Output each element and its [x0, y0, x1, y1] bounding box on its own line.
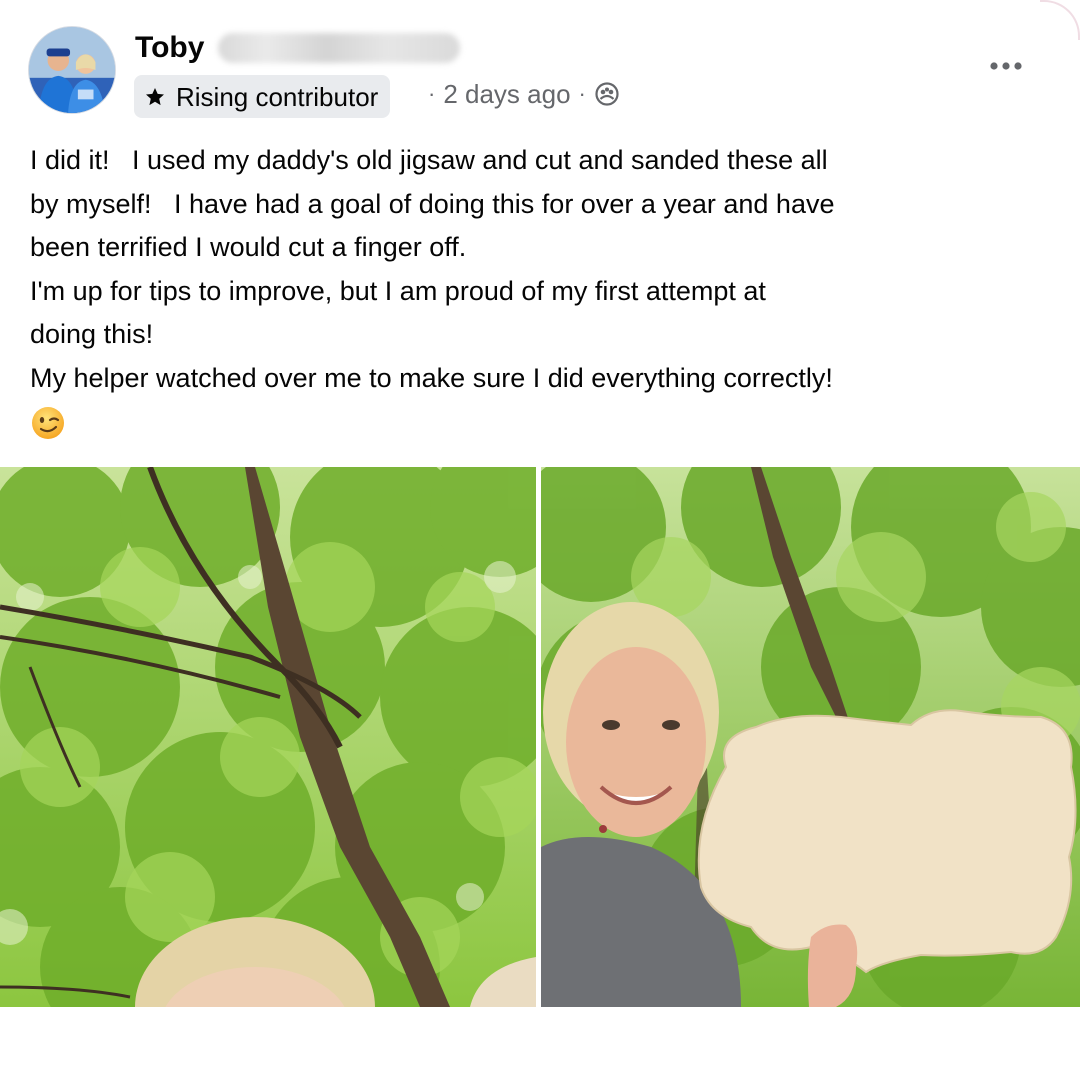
badge-label: Rising contributor — [176, 81, 379, 112]
avatar-photo-icon — [29, 27, 115, 113]
star-icon — [146, 87, 164, 105]
winking-face-emoji-icon — [32, 407, 64, 439]
post-text-line: My helper watched over me to make sure I… — [30, 362, 833, 393]
post-photo-2[interactable] — [541, 467, 1080, 1007]
post-text-line: doing this! — [30, 319, 154, 349]
meta-separator-2: · — [578, 81, 586, 106]
post-text-line: I'm up for tips to improve, but I am pro… — [30, 275, 766, 306]
post-meta: · 2 days ago · — [428, 78, 620, 110]
meta-separator: · — [428, 81, 436, 106]
card-corner-border — [1040, 0, 1080, 40]
more-options-icon — [990, 62, 1022, 70]
photo-trees-canopy-icon — [0, 467, 536, 1007]
author-name[interactable]: Toby — [135, 30, 204, 66]
author-avatar[interactable] — [28, 26, 116, 114]
post-text-line: been terrified I would cut a finger off. — [30, 232, 467, 262]
post-timestamp[interactable]: 2 days ago — [443, 78, 570, 110]
more-options-button[interactable] — [982, 52, 1030, 80]
post-body: I did it! I used my daddy's old jigsaw a… — [30, 139, 1060, 441]
post-photo-1[interactable] — [0, 467, 536, 1007]
photo-woman-holding-wood-cutout-icon — [541, 467, 1080, 1007]
post-card: Toby Rising contributor · 2 days ago · I… — [0, 0, 1080, 1080]
contributor-badge[interactable]: Rising contributor — [134, 75, 391, 118]
redacted-surname — [218, 33, 460, 63]
group-audience-icon[interactable] — [594, 81, 620, 107]
post-text-line: by myself! I have had a goal of doing th… — [30, 188, 835, 219]
post-text-line: I did it! I used my daddy's old jigsaw a… — [30, 145, 828, 175]
